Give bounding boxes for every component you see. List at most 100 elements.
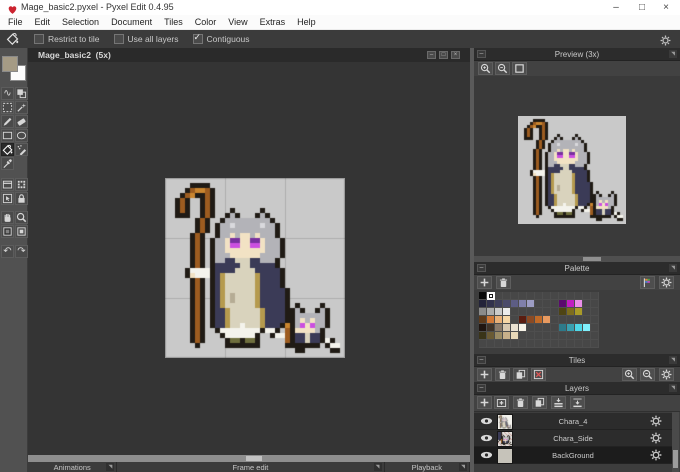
window-maximize-button[interactable]: □	[631, 0, 653, 15]
panel-expand-icon[interactable]: ◥	[373, 463, 382, 471]
layer-settings-gear-icon[interactable]	[650, 449, 662, 461]
document-tab-title[interactable]: Mage_basic2 (5x)	[38, 50, 111, 60]
palette-swatch[interactable]	[575, 324, 583, 332]
layers-merge-down-button[interactable]	[551, 396, 566, 409]
layers-pin-icon[interactable]: ◥	[669, 384, 677, 392]
palette-delete-button[interactable]	[496, 276, 511, 289]
layer-settings-gear-icon[interactable]	[650, 432, 662, 444]
tool-picker-button[interactable]	[1, 157, 14, 170]
palette-swatch[interactable]	[479, 300, 487, 308]
tool-lock-button[interactable]	[15, 192, 28, 205]
palette-swatch[interactable]	[575, 300, 583, 308]
palette-swatch[interactable]	[519, 324, 527, 332]
palette-swatch[interactable]	[487, 308, 495, 316]
layer-row-chara_4[interactable]: Chara_4	[474, 413, 672, 430]
palette-swatch[interactable]	[495, 308, 503, 316]
palette-swatch[interactable]	[511, 332, 519, 340]
palette-swatch[interactable]	[535, 316, 543, 324]
menu-color[interactable]: Color	[189, 15, 223, 29]
palette-swatch[interactable]	[559, 324, 567, 332]
palette-swatch[interactable]	[503, 332, 511, 340]
palette-swatch[interactable]	[567, 324, 575, 332]
palette-swatch[interactable]	[527, 316, 535, 324]
layer-row-chara_side[interactable]: Chara_Side	[474, 430, 672, 447]
tiles-settings-gear-icon[interactable]	[659, 368, 674, 381]
tool-marquee-button[interactable]	[1, 101, 14, 114]
palette-swatch[interactable]	[495, 332, 503, 340]
doc-minimize-button[interactable]: –	[427, 51, 436, 59]
tiles-duplicate-button[interactable]	[513, 368, 528, 381]
menu-document[interactable]: Document	[105, 15, 158, 29]
tool-view-light-button[interactable]	[15, 225, 28, 238]
tool-swap-button[interactable]	[15, 87, 28, 100]
palette-swatch[interactable]	[495, 324, 503, 332]
scrollbar-thumb[interactable]	[673, 450, 678, 468]
option-contiguous[interactable]: ✓ Contiguous	[192, 32, 250, 44]
palette-swatch[interactable]	[559, 300, 567, 308]
tool-wand-button[interactable]	[15, 101, 28, 114]
palette-swatch[interactable]	[503, 308, 511, 316]
tiles-zoom-out-button[interactable]	[640, 368, 655, 381]
checkbox[interactable]: ✓	[192, 32, 203, 44]
panel-expand-icon[interactable]: ◥	[459, 463, 467, 471]
palette-swatch[interactable]	[583, 324, 591, 332]
bottom-panel-playback[interactable]: Playback ◥	[385, 462, 470, 472]
tool-rect-shape-button[interactable]	[1, 129, 14, 142]
layers-flatten-button[interactable]	[570, 396, 585, 409]
tiles-add-button[interactable]	[477, 368, 492, 381]
panel-expand-icon[interactable]: ◥	[106, 463, 115, 471]
layers-scrollbar[interactable]	[672, 412, 679, 472]
palette-swatch[interactable]	[479, 324, 487, 332]
palette-swatch[interactable]	[503, 316, 511, 324]
palette-swatch[interactable]	[487, 300, 495, 308]
layer-row-background[interactable]: BackGround	[474, 447, 672, 464]
palette-swatch[interactable]	[479, 292, 487, 300]
tool-cursor-box-button[interactable]	[1, 192, 14, 205]
preview-pin-icon[interactable]: ◥	[669, 50, 677, 58]
tool-tile-grid-button[interactable]	[15, 178, 28, 191]
window-close-button[interactable]: ×	[655, 0, 677, 15]
checkbox[interactable]	[113, 34, 124, 44]
palette-swatch[interactable]	[559, 308, 567, 316]
canvas-horizontal-scrollbar[interactable]	[28, 455, 470, 462]
palette-swatch[interactable]	[487, 292, 495, 300]
tool-dither-button[interactable]	[15, 143, 28, 156]
tool-view-dark-button[interactable]	[1, 225, 14, 238]
menu-view[interactable]: View	[222, 15, 253, 29]
tiles-remove-tile-button[interactable]	[531, 368, 546, 381]
menu-tiles[interactable]: Tiles	[158, 15, 189, 29]
palette-swatch[interactable]	[487, 316, 495, 324]
doc-close-button[interactable]: ×	[451, 51, 460, 59]
toolbar-settings-gear-icon[interactable]	[660, 33, 673, 46]
option-use-all-layers[interactable]: Use all layers	[113, 34, 179, 44]
menu-edit[interactable]: Edit	[29, 15, 57, 29]
menu-help[interactable]: Help	[291, 15, 322, 29]
palette-swatch[interactable]	[519, 316, 527, 324]
layer-settings-gear-icon[interactable]	[650, 415, 662, 427]
palette-swatch[interactable]	[479, 332, 487, 340]
preview-frame-toggle-button[interactable]	[512, 62, 527, 75]
palette-pin-icon[interactable]: ◥	[669, 264, 677, 272]
scrollbar-thumb[interactable]	[246, 456, 262, 461]
palette-settings-gear-icon[interactable]	[659, 276, 674, 289]
palette-swatch[interactable]	[487, 332, 495, 340]
tool-pencil-button[interactable]	[1, 115, 14, 128]
tool-undo-button[interactable]: ↶	[1, 245, 14, 258]
layers-duplicate-button[interactable]	[532, 396, 547, 409]
tool-curve-button[interactable]: ∿	[1, 87, 14, 100]
tiles-zoom-in-button[interactable]	[622, 368, 637, 381]
palette-swatch[interactable]	[543, 316, 551, 324]
palette-swatch[interactable]	[503, 300, 511, 308]
tool-eraser-button[interactable]	[15, 115, 28, 128]
palette-swatch[interactable]	[503, 324, 511, 332]
palette-swatch[interactable]	[527, 300, 535, 308]
palette-swatch[interactable]	[519, 300, 527, 308]
tool-magnifier-button[interactable]	[15, 211, 28, 224]
preview-zoom-out-button[interactable]	[495, 62, 510, 75]
tool-ellipse-shape-button[interactable]	[15, 129, 28, 142]
palette-mapping-button[interactable]	[640, 276, 655, 289]
layers-add-group-button[interactable]	[494, 396, 509, 409]
palette-swatch[interactable]	[487, 324, 495, 332]
palette-swatch[interactable]	[575, 308, 583, 316]
menu-extras[interactable]: Extras	[254, 15, 292, 29]
